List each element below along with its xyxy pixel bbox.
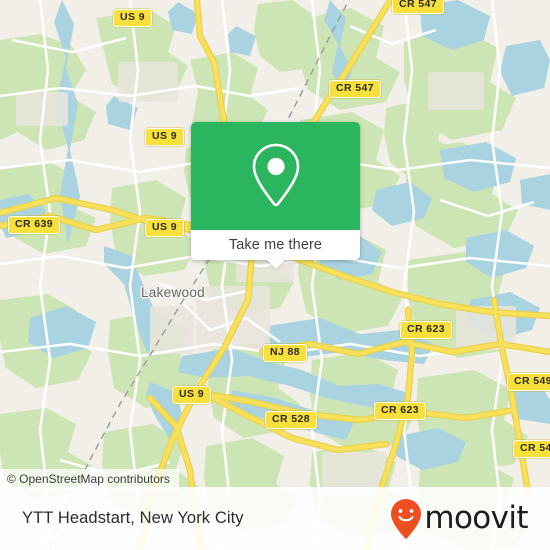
map-vector [0, 0, 550, 550]
callout-action-area[interactable]: Take me there [191, 230, 360, 260]
map-canvas[interactable]: US 9 CR 547 CR 547 US 9 CR 639 US 9 CR 623 NJ 8… [0, 0, 550, 550]
map-pin-icon [252, 143, 299, 207]
moovit-pin-smiley-icon [391, 498, 422, 539]
moovit-logo[interactable]: moovit [390, 498, 529, 540]
take-me-there-callout[interactable]: Take me there [191, 122, 360, 269]
road-shield: CR 549 [513, 440, 550, 458]
road-shield: CR 549 [507, 373, 550, 391]
road-shield: US 9 [113, 9, 152, 27]
moovit-map-screenshot: US 9 CR 547 CR 547 US 9 CR 639 US 9 CR 623 NJ 8… [0, 0, 550, 550]
road-shield: US 9 [172, 386, 211, 404]
map-place-label-lakewood: Lakewood [141, 285, 205, 300]
road-shield: CR 528 [265, 411, 318, 429]
road-shield: CR 547 [329, 80, 382, 98]
road-shield: CR 623 [400, 321, 453, 339]
take-me-there-label: Take me there [228, 237, 323, 253]
road-shield: CR 547 [392, 0, 445, 14]
callout-pin-area [191, 122, 360, 230]
road-shield: US 9 [145, 128, 184, 146]
callout-pointer-triangle [265, 259, 286, 269]
road-shield: CR 639 [8, 216, 61, 234]
road-shield: CR 623 [374, 402, 427, 420]
road-shield: NJ 88 [263, 344, 308, 362]
place-title: YTT Headstart, New York City [22, 509, 244, 527]
footer-bar: YTT Headstart, New York City moovit [0, 487, 550, 550]
moovit-wordmark: moovit [424, 500, 528, 536]
road-shield: US 9 [145, 219, 184, 237]
